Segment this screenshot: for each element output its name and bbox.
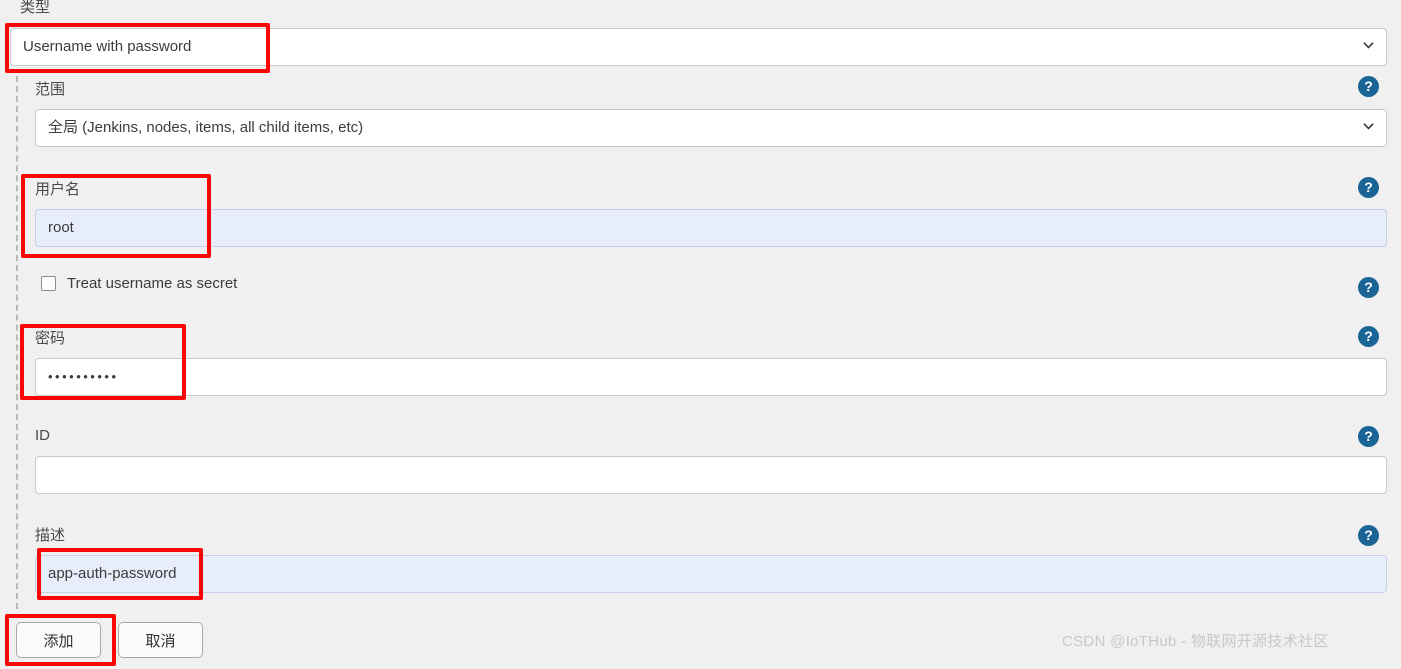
type-select[interactable]: Username with password: [10, 28, 1387, 66]
watermark-text: CSDN @IoTHub - 物联网开源技术社区: [1062, 633, 1329, 650]
chevron-down-icon: [1363, 40, 1374, 51]
nesting-guide-line: [16, 76, 18, 609]
submit-button[interactable]: 添加: [16, 622, 101, 658]
scope-help-icon[interactable]: ?: [1358, 76, 1379, 97]
scope-select[interactable]: 全局 (Jenkins, nodes, items, all child ite…: [35, 109, 1387, 147]
chevron-down-icon: [1363, 121, 1374, 132]
password-label: 密码: [35, 330, 66, 347]
id-input[interactable]: [35, 456, 1387, 494]
description-input-value: app-auth-password: [48, 565, 177, 582]
credential-form-page: 类型 Username with password 范围 ? 全局 (Jenki…: [0, 0, 1401, 669]
username-input-value: root: [48, 219, 74, 236]
treat-username-as-secret-help-icon[interactable]: ?: [1358, 277, 1379, 298]
description-input[interactable]: app-auth-password: [35, 555, 1387, 593]
type-select-value: Username with password: [23, 38, 192, 55]
scope-select-value: 全局 (Jenkins, nodes, items, all child ite…: [48, 119, 364, 136]
id-label: ID: [35, 427, 50, 444]
scope-label: 范围: [35, 81, 66, 98]
treat-username-as-secret-checkbox[interactable]: [41, 276, 56, 291]
treat-username-as-secret-label: Treat username as secret: [67, 275, 238, 292]
password-input-value: ••••••••••: [48, 369, 119, 384]
username-input[interactable]: root: [35, 209, 1387, 247]
username-label: 用户名: [35, 181, 81, 198]
password-input[interactable]: ••••••••••: [35, 358, 1387, 396]
type-label: 类型: [20, 0, 51, 16]
username-help-icon[interactable]: ?: [1358, 177, 1379, 198]
treat-username-as-secret-row[interactable]: Treat username as secret: [41, 275, 237, 292]
cancel-button[interactable]: 取消: [118, 622, 203, 658]
id-help-icon[interactable]: ?: [1358, 426, 1379, 447]
description-label: 描述: [35, 527, 66, 544]
description-help-icon[interactable]: ?: [1358, 525, 1379, 546]
password-help-icon[interactable]: ?: [1358, 326, 1379, 347]
